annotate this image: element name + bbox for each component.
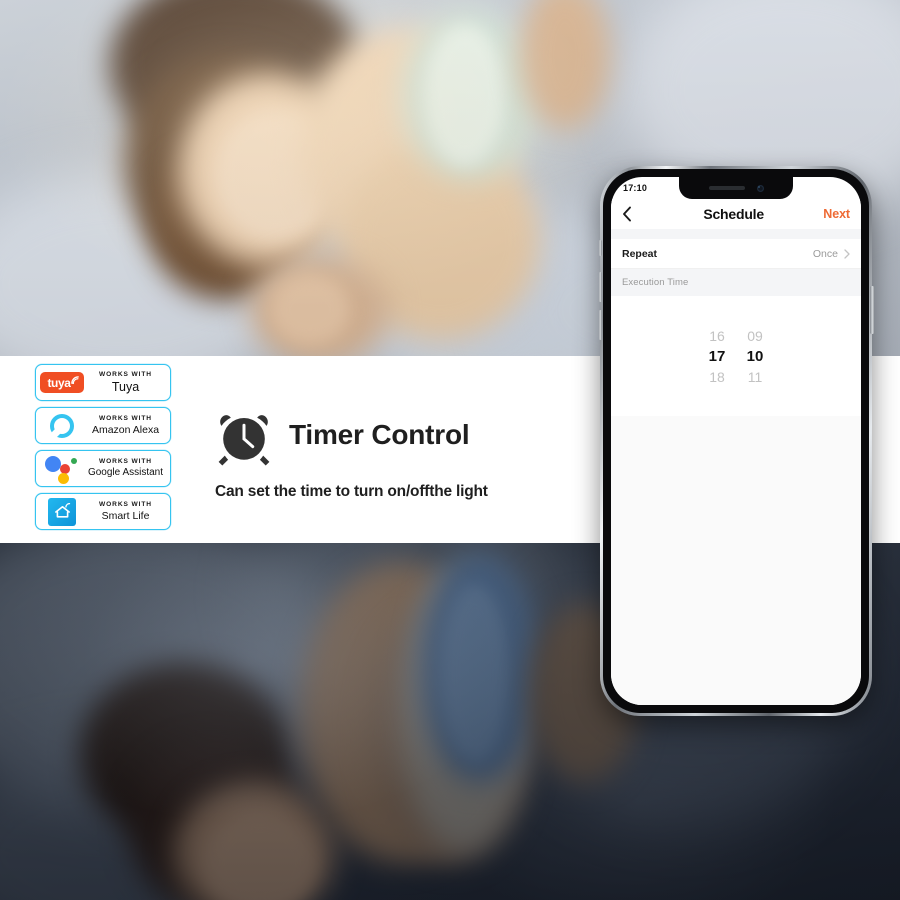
google-assistant-icon	[39, 454, 85, 484]
works-with-label: WORKS WITH	[99, 414, 152, 422]
time-picker-row[interactable]: 16 09	[688, 328, 784, 344]
time-picker-row[interactable]: 18 11	[688, 369, 784, 385]
schedule-content: Repeat Once Execution Time 16 09 17 10 1…	[611, 229, 861, 705]
execution-time-header: Execution Time	[611, 269, 861, 296]
phone-frame: 17:10 Schedule Next Repeat Once Executio…	[598, 166, 874, 716]
works-with-badge-list: tuya WORKS WITH Tuya WORKS WITH Amazon A…	[35, 364, 175, 536]
house-wifi-icon	[54, 503, 70, 518]
hour-option[interactable]: 16	[705, 328, 729, 344]
badge-tuya[interactable]: tuya WORKS WITH Tuya	[35, 364, 171, 401]
execution-time-label: Execution Time	[622, 277, 689, 288]
badge-name-google-assistant: Google Assistant	[87, 466, 164, 478]
minute-selected[interactable]: 10	[743, 348, 767, 365]
chevron-right-icon	[844, 248, 850, 259]
page-title: Timer Control	[289, 419, 470, 450]
phone-mockup: 17:10 Schedule Next Repeat Once Executio…	[598, 166, 874, 716]
volume-up-button[interactable]	[598, 272, 602, 302]
phone-screen: 17:10 Schedule Next Repeat Once Executio…	[611, 177, 861, 705]
alexa-ring-icon	[39, 411, 85, 441]
next-button[interactable]: Next	[823, 207, 850, 221]
repeat-row[interactable]: Repeat Once	[611, 239, 861, 269]
badge-smart-life[interactable]: WORKS WITH Smart Life	[35, 493, 171, 530]
hour-selected[interactable]: 17	[705, 348, 729, 365]
status-bar: 17:10	[611, 177, 861, 199]
minute-option[interactable]: 09	[743, 328, 767, 344]
mute-switch[interactable]	[599, 240, 602, 256]
hour-option[interactable]: 18	[705, 369, 729, 385]
badge-name-smart-life: Smart Life	[101, 509, 150, 522]
chevron-left-icon	[623, 206, 631, 222]
works-with-label: WORKS WITH	[99, 500, 152, 508]
phone-bezel: 17:10 Schedule Next Repeat Once Executio…	[603, 169, 869, 713]
badge-amazon-alexa[interactable]: WORKS WITH Amazon Alexa	[35, 407, 171, 444]
badge-name-amazon-alexa: Amazon Alexa	[91, 423, 160, 436]
nav-bar: Schedule Next	[611, 199, 861, 229]
works-with-label: WORKS WITH	[99, 458, 152, 466]
repeat-value: Once	[812, 247, 838, 260]
alarm-clock-icon	[218, 415, 270, 466]
minute-option[interactable]: 11	[743, 369, 767, 385]
tuya-logo-icon: tuya	[39, 368, 85, 398]
content-spacer	[611, 229, 861, 239]
nav-title: Schedule	[703, 206, 764, 222]
time-picker-row-selected[interactable]: 17 10	[688, 348, 784, 365]
works-with-label: WORKS WITH	[99, 370, 152, 378]
feature-subhead: Can set the time to turn on/offthe light	[215, 483, 488, 500]
smart-life-house-icon	[39, 497, 85, 527]
repeat-label: Repeat	[622, 247, 658, 260]
status-time: 17:10	[623, 183, 648, 193]
volume-down-button[interactable]	[598, 310, 602, 340]
back-button[interactable]	[622, 206, 644, 222]
badge-google-assistant[interactable]: WORKS WITH Google Assistant	[35, 450, 171, 487]
time-picker[interactable]: 16 09 17 10 18 11	[611, 296, 861, 416]
product-feature-banner: tuya WORKS WITH Tuya WORKS WITH Amazon A…	[0, 0, 900, 900]
headline-block: Timer Control Can set the time to turn o…	[213, 404, 488, 501]
power-button[interactable]	[870, 286, 874, 334]
badge-name-tuya: Tuya	[111, 379, 140, 394]
wifi-arc-icon	[71, 376, 79, 385]
